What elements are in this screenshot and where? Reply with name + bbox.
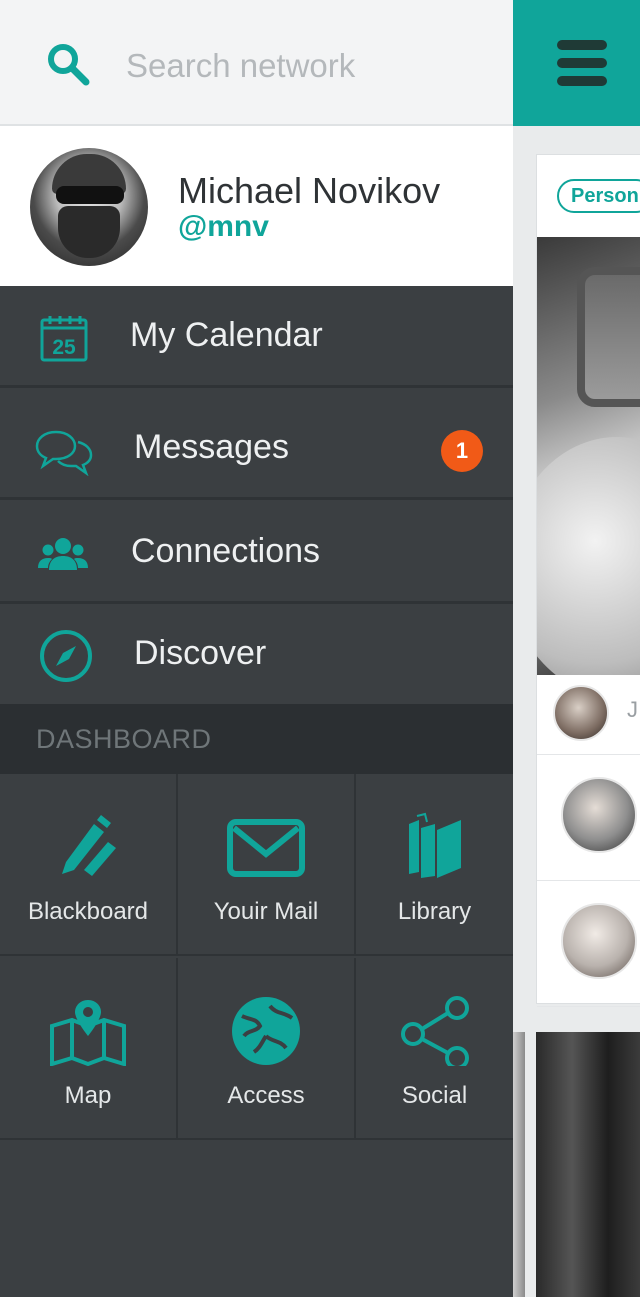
- chat-bubbles-icon: [35, 430, 93, 476]
- tile-map[interactable]: Map: [0, 958, 178, 1140]
- card-author-row[interactable]: J: [537, 675, 640, 755]
- nav-item-label: Messages: [134, 428, 289, 466]
- tile-label: Map: [64, 1082, 112, 1109]
- avatar: [553, 685, 609, 741]
- nav-item-connections[interactable]: Connections: [0, 502, 513, 604]
- section-title: DASHBOARD: [36, 724, 212, 754]
- compass-icon: [40, 630, 92, 682]
- feed-card-photo[interactable]: [536, 1032, 640, 1297]
- share-icon: [400, 996, 469, 1066]
- search-bar: [0, 0, 513, 126]
- avatar: [30, 148, 148, 266]
- mail-icon: [227, 819, 305, 877]
- tile-label: Library: [397, 898, 472, 925]
- author-name: J: [627, 697, 638, 722]
- books-icon: [408, 812, 461, 878]
- nav-item-messages[interactable]: Messages 1: [0, 398, 513, 500]
- tile-library[interactable]: Library: [356, 774, 513, 956]
- feed: Person J: [513, 126, 640, 1297]
- calendar-icon: 25: [40, 316, 88, 362]
- pencil-icon: [62, 815, 116, 876]
- nav-item-my-calendar[interactable]: 25 My Calendar: [0, 286, 513, 388]
- people-icon: [38, 538, 88, 570]
- list-item[interactable]: [537, 881, 640, 1007]
- tile-mail[interactable]: Youir Mail: [178, 774, 356, 956]
- unread-badge: 1: [441, 430, 483, 472]
- avatar: [561, 903, 637, 979]
- nav-item-label: Discover: [134, 634, 267, 672]
- tile-access[interactable]: Access: [178, 958, 356, 1140]
- dashboard-header: DASHBOARD: [0, 704, 513, 774]
- navigation-drawer: Michael Novikov @mnv 25 My Calendar Mess…: [0, 0, 513, 1297]
- map-icon: [50, 1000, 126, 1066]
- nav-item-discover[interactable]: Discover: [0, 604, 513, 706]
- tile-blackboard[interactable]: Blackboard: [0, 774, 178, 956]
- tile-label: Youir Mail: [213, 898, 319, 925]
- tile-label: Blackboard: [27, 898, 149, 925]
- search-input[interactable]: [126, 38, 486, 94]
- avatar: [561, 777, 637, 853]
- nav-item-label: My Calendar: [130, 316, 323, 354]
- hamburger-menu-icon[interactable]: [557, 40, 607, 86]
- category-chip[interactable]: Person: [557, 179, 640, 213]
- tile-label: Access: [227, 1082, 305, 1109]
- search-icon[interactable]: [44, 40, 92, 88]
- globe-icon: [232, 997, 300, 1065]
- list-item[interactable]: [537, 755, 640, 881]
- profile-name: Michael Novikov: [178, 170, 441, 211]
- profile-header[interactable]: Michael Novikov @mnv: [0, 126, 513, 286]
- profile-handle: @mnv: [178, 210, 269, 243]
- top-bar: [513, 0, 640, 126]
- nav-item-label: Connections: [131, 532, 321, 570]
- feed-card-photo: [513, 1032, 525, 1297]
- tile-label: Social: [401, 1082, 468, 1109]
- calendar-date: 25: [52, 336, 76, 359]
- card-photo: [537, 237, 640, 675]
- feed-card[interactable]: Person J: [536, 154, 640, 1007]
- tile-social[interactable]: Social: [356, 958, 513, 1140]
